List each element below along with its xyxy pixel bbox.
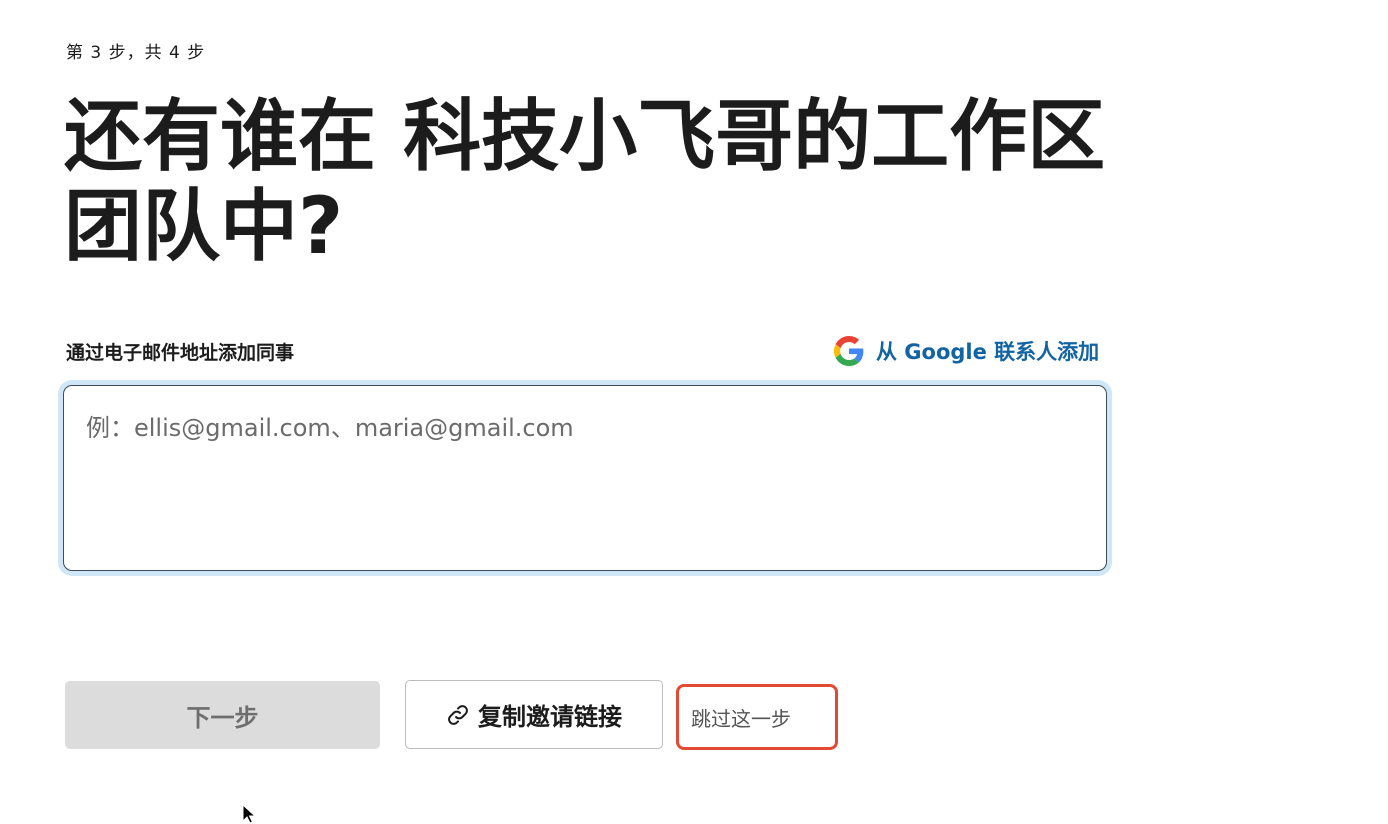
google-link-label: 从 Google 联系人添加 [876, 340, 1100, 364]
mouse-cursor-icon [242, 804, 258, 824]
add-from-google-contacts-link[interactable]: 从 Google 联系人添加 [834, 334, 1099, 368]
skip-step-button[interactable]: 跳过这一步 [676, 684, 838, 750]
copy-invite-link-label: 复制邀请链接 [478, 703, 622, 731]
page-title: 还有谁在 科技小飞哥的工作区 团队中? [64, 92, 1106, 272]
email-input-focus-ring [58, 380, 1112, 576]
google-icon [834, 336, 864, 366]
email-section-label: 通过电子邮件地址添加同事 [66, 342, 295, 364]
step-indicator: 第 3 步，共 4 步 [66, 43, 206, 63]
email-addresses-input[interactable] [63, 385, 1107, 571]
copy-invite-link-button[interactable]: 复制邀请链接 [405, 680, 663, 749]
link-icon [446, 703, 470, 727]
next-button[interactable]: 下一步 [65, 681, 380, 749]
